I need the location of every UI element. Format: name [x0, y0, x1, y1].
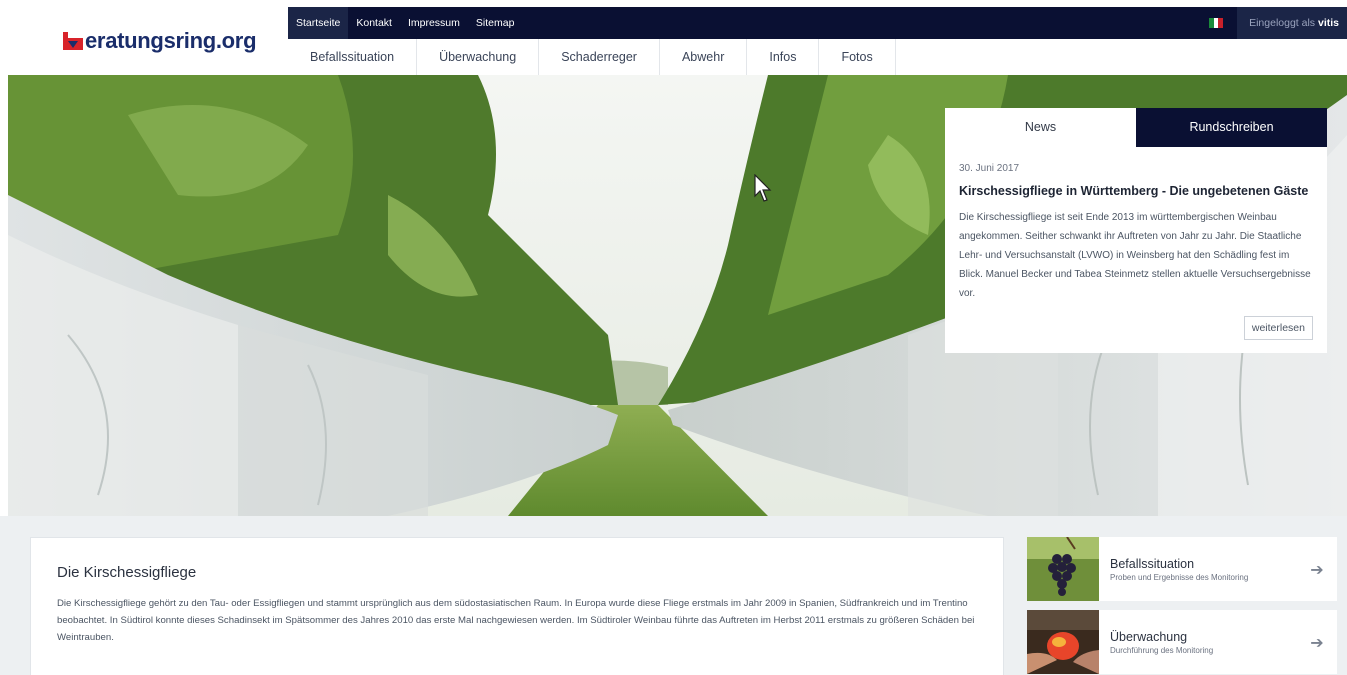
top-links: Startseite Kontakt Impressum Sitemap [288, 7, 522, 39]
side-card-text: Überwachung Durchführung des Monitoring [1110, 630, 1297, 655]
side-card-title: Überwachung [1110, 629, 1188, 644]
news-text: Die Kirschessigfliege ist seit Ende 2013… [959, 212, 1311, 299]
read-more-button[interactable]: weiterlesen [1243, 316, 1313, 340]
site-logo[interactable]: eratungsring.org [62, 26, 257, 56]
top-bar-right: Eingeloggt als vitis [1209, 7, 1347, 39]
news-panel: News Rundschreiben 30. Juni 2017 Kirsche… [945, 108, 1327, 353]
side-card-title: Befallssituation [1110, 556, 1195, 571]
italian-flag-icon[interactable] [1209, 18, 1224, 28]
arrow-right-icon: ➔ [1310, 559, 1324, 579]
news-tabs: News Rundschreiben [945, 108, 1327, 147]
side-card-subtitle: Proben und Ergebnisse des Monitoring [1110, 572, 1249, 582]
top-bar: Startseite Kontakt Impressum Sitemap Ein… [288, 7, 1347, 39]
main-nav: Befallssituation Überwachung Schaderrege… [288, 39, 896, 75]
cherry-thumbnail [1027, 610, 1099, 674]
nav-fotos[interactable]: Fotos [819, 39, 896, 75]
nav-schaderreger[interactable]: Schaderreger [539, 39, 660, 75]
logo-text: eratungsring.org [85, 28, 257, 53]
nav-abwehr[interactable]: Abwehr [660, 39, 748, 75]
login-user: vitis [1317, 17, 1339, 29]
tab-rundschreiben[interactable]: Rundschreiben [1136, 108, 1327, 147]
top-link-kontakt[interactable]: Kontakt [348, 7, 400, 39]
nav-ueberwachung[interactable]: Überwachung [417, 39, 540, 75]
article-text: Die Kirschessigfliege gehört zu den Tau-… [57, 598, 975, 643]
news-body: 30. Juni 2017 Kirschessigfliege in Württ… [945, 147, 1327, 303]
top-link-startseite[interactable]: Startseite [288, 7, 349, 39]
mouse-cursor-icon [754, 173, 774, 204]
article-card: Die Kirschessigfliege Die Kirschessigfli… [30, 537, 1004, 675]
article-title: Die Kirschessigfliege [57, 564, 197, 581]
login-status[interactable]: Eingeloggt als vitis [1237, 7, 1347, 39]
side-card-befallssituation[interactable]: Befallssituation Proben und Ergebnisse d… [1027, 537, 1337, 601]
top-link-sitemap[interactable]: Sitemap [468, 7, 523, 39]
nav-infos[interactable]: Infos [747, 39, 820, 75]
arrow-right-icon: ➔ [1310, 632, 1324, 652]
news-date: 30. Juni 2017 [959, 163, 1020, 174]
side-card-subtitle: Durchführung des Monitoring [1110, 645, 1214, 655]
side-card-ueberwachung[interactable]: Überwachung Durchführung des Monitoring … [1027, 610, 1337, 674]
side-card-text: Befallssituation Proben und Ergebnisse d… [1110, 557, 1297, 582]
grapes-thumbnail [1027, 537, 1099, 601]
top-link-impressum[interactable]: Impressum [400, 7, 468, 39]
login-prefix: Eingeloggt als [1249, 17, 1316, 29]
logo-icon [62, 30, 84, 52]
tab-news[interactable]: News [945, 108, 1136, 147]
news-title[interactable]: Kirschessigfliege in Württemberg - Die u… [959, 184, 1313, 198]
nav-befallssituation[interactable]: Befallssituation [288, 39, 418, 75]
